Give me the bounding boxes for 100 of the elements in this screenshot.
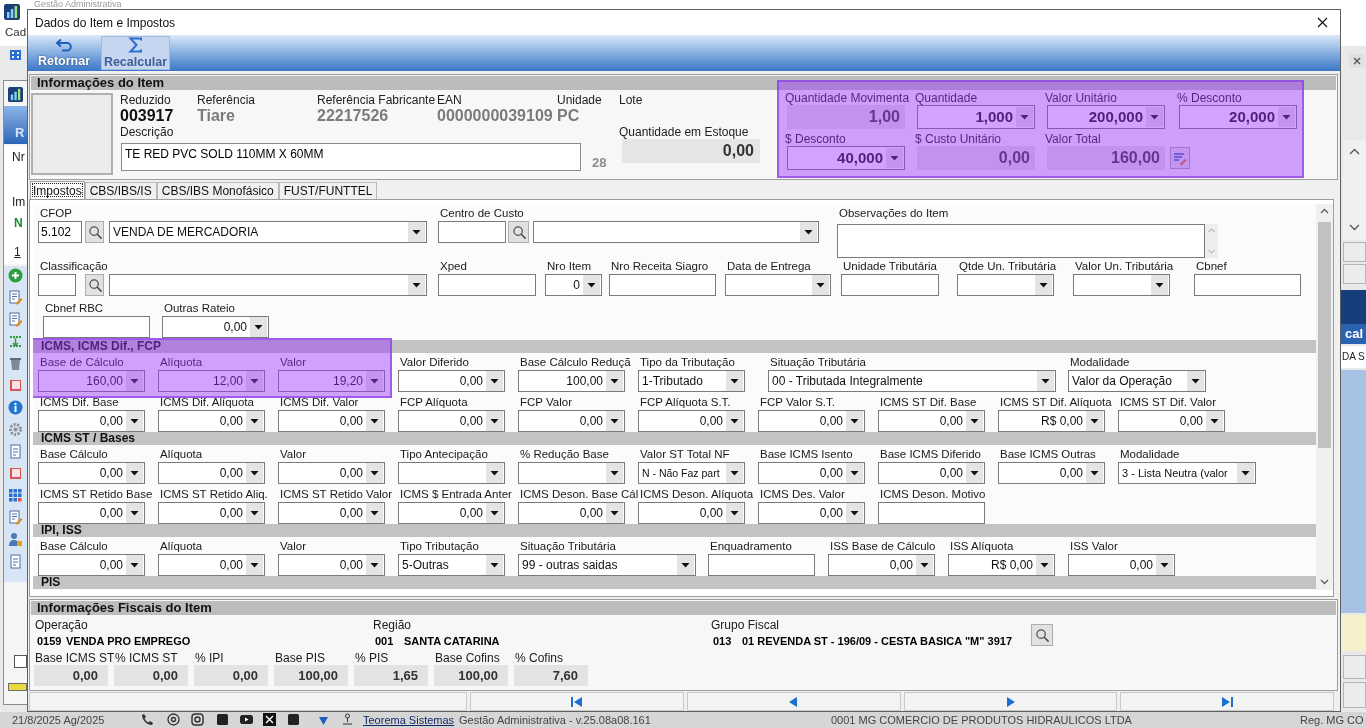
tab[interactable]: CBS/IBS/IS xyxy=(84,182,157,199)
code-field[interactable]: 5.102 xyxy=(38,221,82,243)
number-dropdown[interactable]: 0,00 xyxy=(758,410,865,432)
text-field[interactable] xyxy=(708,554,815,576)
number-dropdown[interactable]: 0,00 xyxy=(38,462,145,484)
gear-icon[interactable] xyxy=(8,422,23,437)
dropdown[interactable]: 3 - Lista Neutra (valor xyxy=(1118,462,1256,484)
number-dropdown[interactable]: 200,000 xyxy=(1047,105,1165,129)
number-dropdown[interactable]: 0,00 xyxy=(638,502,745,524)
dropdown[interactable]: 5-Outras xyxy=(398,554,505,576)
vertical-scrollbar[interactable] xyxy=(1316,204,1333,590)
square-icon[interactable] xyxy=(287,713,300,726)
code-field[interactable] xyxy=(438,221,506,243)
number-dropdown[interactable]: 0,00 xyxy=(758,462,865,484)
scrollbar-thumb[interactable] xyxy=(1318,222,1331,448)
number-dropdown[interactable] xyxy=(1073,274,1170,296)
number-dropdown[interactable]: 0,00 xyxy=(38,502,145,524)
dropdown[interactable] xyxy=(533,221,819,243)
trash-icon[interactable] xyxy=(8,356,23,371)
number-dropdown[interactable]: 0,00 xyxy=(998,462,1105,484)
number-dropdown[interactable]: 0,00 xyxy=(158,554,265,576)
book-icon[interactable] xyxy=(8,378,23,393)
number-dropdown[interactable]: 0,00 xyxy=(398,502,505,524)
dropdown[interactable]: 00 - Tributada Integralmente xyxy=(768,370,1056,392)
number-dropdown[interactable]: 0,00 xyxy=(278,462,385,484)
dropdown[interactable]: N - Não Faz part xyxy=(638,462,745,484)
document-icon[interactable] xyxy=(8,554,23,569)
number-dropdown[interactable]: 0,00 xyxy=(278,410,385,432)
number-dropdown[interactable]: 0,00 xyxy=(278,554,385,576)
number-dropdown[interactable]: 0,00 xyxy=(878,462,985,484)
dashed-lines-icon[interactable] xyxy=(8,334,23,349)
number-dropdown[interactable] xyxy=(957,274,1054,296)
close-icon[interactable] xyxy=(1349,54,1365,68)
number-dropdown[interactable]: 0,00 xyxy=(1068,554,1175,576)
number-dropdown[interactable]: 0,00 xyxy=(518,410,625,432)
number-dropdown[interactable]: 0,00 xyxy=(158,410,265,432)
number-dropdown[interactable]: 40,000 xyxy=(787,146,905,170)
number-dropdown[interactable]: 0,00 xyxy=(158,462,265,484)
book-icon[interactable] xyxy=(8,466,23,481)
search-button[interactable] xyxy=(85,274,104,296)
chevron-up-icon[interactable] xyxy=(1349,148,1360,155)
plus-circle-icon[interactable] xyxy=(8,268,23,283)
dropdown[interactable]: 99 - outras saidas xyxy=(518,554,696,576)
text-field[interactable] xyxy=(43,316,150,338)
search-button[interactable] xyxy=(508,221,529,243)
document-icon[interactable] xyxy=(8,444,23,459)
number-dropdown[interactable] xyxy=(725,274,831,296)
number-dropdown[interactable]: R$ 0,00 xyxy=(998,410,1105,432)
number-dropdown[interactable]: 0,00 xyxy=(162,316,269,338)
text-area[interactable] xyxy=(837,224,1205,258)
number-dropdown[interactable]: 0,00 xyxy=(878,410,985,432)
number-dropdown[interactable]: 20,000 xyxy=(1179,105,1297,129)
number-dropdown[interactable]: 0,00 xyxy=(398,370,505,392)
text-field[interactable] xyxy=(1194,274,1301,296)
number-dropdown[interactable] xyxy=(518,462,625,484)
dropdown[interactable]: Valor da Operação xyxy=(1068,370,1206,392)
document-pencil-icon[interactable] xyxy=(8,312,23,327)
document-pencil-icon[interactable] xyxy=(8,510,23,525)
grid-icon[interactable] xyxy=(8,488,23,503)
document-pencil-icon[interactable] xyxy=(8,290,23,305)
number-dropdown[interactable]: 0,00 xyxy=(828,554,935,576)
menu-item[interactable]: Cad xyxy=(5,26,27,39)
number-dropdown[interactable]: 19,20 xyxy=(278,370,385,392)
number-dropdown[interactable]: 0,00 xyxy=(1118,410,1225,432)
number-dropdown[interactable]: 0,00 xyxy=(278,502,385,524)
toolbar-button[interactable]: Recalcular xyxy=(101,36,170,70)
search-button[interactable] xyxy=(85,221,104,243)
text-field[interactable] xyxy=(438,274,536,296)
pin-icon[interactable] xyxy=(341,713,354,726)
phone-icon[interactable] xyxy=(141,713,154,726)
person-icon[interactable] xyxy=(8,532,23,547)
checkbox[interactable] xyxy=(14,655,27,668)
text-field[interactable] xyxy=(878,502,985,524)
code-field[interactable] xyxy=(38,274,76,296)
tab[interactable]: CBS/IBS Monofásico xyxy=(156,182,279,199)
target-icon[interactable] xyxy=(167,713,180,726)
text-field[interactable] xyxy=(609,274,716,296)
square-icon[interactable] xyxy=(216,713,229,726)
text-field[interactable] xyxy=(841,274,939,296)
number-dropdown[interactable]: 0,00 xyxy=(38,410,145,432)
tab[interactable]: Impostos xyxy=(30,181,85,199)
camera-icon[interactable] xyxy=(191,713,204,726)
text-area[interactable]: TE RED PVC SOLD 110MM X 60MM xyxy=(121,143,581,171)
tab[interactable]: 1 xyxy=(14,245,21,259)
dropdown[interactable]: 1-Tributado xyxy=(638,370,745,392)
number-dropdown[interactable]: 1,000 xyxy=(917,105,1035,129)
link[interactable]: Teorema Sistemas xyxy=(363,714,455,727)
info-icon[interactable] xyxy=(8,400,23,415)
number-dropdown[interactable]: 0,00 xyxy=(158,502,265,524)
number-dropdown[interactable]: 0,00 xyxy=(758,502,865,524)
number-dropdown[interactable]: 100,00 xyxy=(518,370,625,392)
play-icon[interactable] xyxy=(240,713,253,726)
number-dropdown[interactable]: R$ 0,00 xyxy=(948,554,1055,576)
scrollbar[interactable] xyxy=(1343,140,1366,240)
number-dropdown[interactable]: 0,00 xyxy=(518,502,625,524)
number-dropdown[interactable]: 0,00 xyxy=(638,410,745,432)
dropdown[interactable] xyxy=(109,274,427,296)
number-dropdown[interactable]: 0,00 xyxy=(398,410,505,432)
cross-icon[interactable] xyxy=(263,713,276,726)
chevron-down-icon[interactable] xyxy=(1349,224,1360,231)
